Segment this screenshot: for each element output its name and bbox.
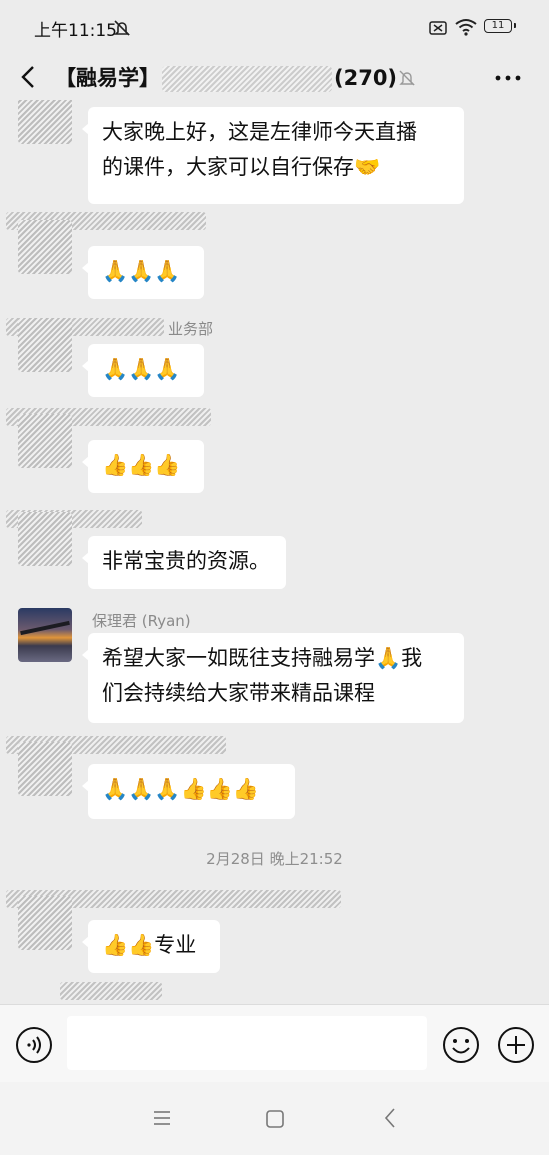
message-text: 的课件，大家可以自行保存🤝 — [102, 155, 381, 179]
time-divider: 2月28日 晚上21:52 — [206, 850, 343, 868]
back-key-icon[interactable] — [383, 1107, 397, 1129]
avatar[interactable] — [18, 220, 72, 274]
avatar[interactable] — [18, 742, 72, 796]
message-text: 👍👍专业 — [102, 933, 197, 957]
message-bubble[interactable]: 希望大家一如既往支持融易学🙏我 们会持续给大家带来精品课程 — [82, 633, 464, 723]
message-bubble[interactable]: 🙏🙏🙏 — [82, 246, 204, 299]
redacted-name — [60, 982, 162, 1000]
avatar[interactable] — [18, 100, 72, 144]
chat-title-prefix: 【融易学】 — [55, 66, 160, 90]
message-list[interactable]: 大家晚上好，这是左律师今天直播 的课件，大家可以自行保存🤝 🙏🙏🙏 业务部 🙏🙏… — [0, 100, 549, 1004]
message-text: 🙏🙏🙏 — [102, 357, 181, 381]
battery-indicator: 11 — [484, 19, 516, 33]
message-bubble[interactable]: 🙏🙏🙏👍👍👍 — [82, 764, 295, 819]
message-text: 希望大家一如既往支持融易学🙏我 — [102, 646, 423, 670]
message-text: 们会持续给大家带来精品课程 — [102, 681, 375, 705]
message-bubble[interactable]: 👍👍👍 — [82, 440, 204, 493]
chat-header: 【融易学】 (270) — [0, 56, 549, 100]
avatar[interactable] — [18, 414, 72, 468]
menu-key-icon[interactable] — [152, 1110, 172, 1126]
message-text: 🙏🙏🙏👍👍👍 — [102, 777, 259, 801]
back-icon[interactable] — [18, 64, 40, 90]
avatar[interactable] — [18, 512, 72, 566]
message-bubble[interactable]: 大家晚上好，这是左律师今天直播 的课件，大家可以自行保存🤝 — [82, 107, 464, 204]
avatar[interactable] — [18, 608, 72, 662]
message-input[interactable] — [67, 1016, 427, 1070]
redacted-title — [162, 66, 332, 92]
message-text: 🙏🙏🙏 — [102, 259, 181, 283]
message-text: 👍👍👍 — [102, 453, 181, 477]
avatar[interactable] — [18, 318, 72, 372]
chat-title: 【融易学】 (270) — [55, 62, 397, 92]
message-text: 非常宝贵的资源。 — [102, 549, 270, 573]
system-navigation-bar — [0, 1082, 549, 1155]
input-bar — [0, 1004, 549, 1082]
status-time: 上午11:15 — [34, 21, 117, 41]
mute-icon — [114, 20, 130, 36]
home-key-icon[interactable] — [265, 1109, 285, 1129]
emoji-icon[interactable] — [442, 1026, 480, 1064]
message-bubble[interactable]: 🙏🙏🙏 — [82, 344, 204, 397]
chat-screen: 上午11:15 11 【融易学】 (270) 大家晚上好，这是左律师今天直播 的… — [0, 0, 549, 1155]
sim-icon — [429, 21, 447, 35]
status-bar: 上午11:15 11 — [0, 0, 549, 56]
wifi-icon — [455, 19, 477, 36]
message-bubble[interactable]: 👍👍专业 — [82, 920, 220, 973]
voice-icon[interactable] — [15, 1026, 53, 1064]
more-icon[interactable] — [494, 74, 522, 82]
muted-bell-icon — [399, 70, 415, 86]
message-bubble[interactable]: 非常宝贵的资源。 — [82, 536, 286, 589]
sender-name: 业务部 — [168, 320, 214, 338]
member-count: (270) — [334, 66, 398, 90]
plus-icon[interactable] — [497, 1026, 535, 1064]
message-text: 大家晚上好，这是左律师今天直播 — [102, 120, 417, 144]
avatar[interactable] — [18, 896, 72, 950]
sender-name: 保理君 (Ryan) — [92, 612, 191, 630]
